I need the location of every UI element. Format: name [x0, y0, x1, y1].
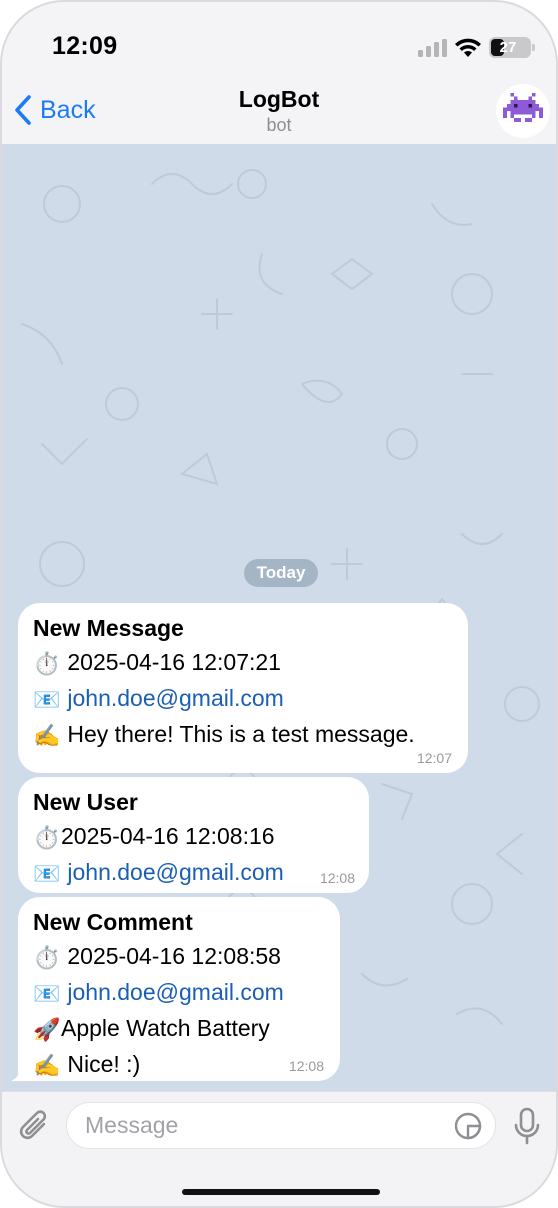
timestamp-line: ⏱️ 2025-04-16 12:07:21 — [33, 645, 468, 681]
timestamp-text: 2025-04-16 12:08:58 — [67, 943, 281, 969]
composer-bar — [2, 1091, 556, 1206]
email-line: 📧 john.doe@gmail.com — [33, 975, 340, 1011]
message-bubble[interactable]: New Message ⏱️ 2025-04-16 12:07:21 📧 joh… — [18, 603, 468, 773]
message-bubble[interactable]: New User ⏱️2025-04-16 12:08:16 📧 john.do… — [18, 777, 369, 893]
message-time: 12:07 — [416, 750, 452, 766]
status-bar: 12:09 27 — [2, 2, 556, 82]
cellular-signal-icon — [418, 39, 448, 57]
nav-bar: Back LogBot bot — [2, 82, 556, 144]
message-text: Nice! :) — [67, 1051, 141, 1077]
paperclip-icon[interactable] — [17, 1106, 53, 1146]
text-line: ✍️ Hey there! This is a test message. — [33, 717, 468, 753]
chat-area[interactable]: Today New Message ⏱️ 2025-04-16 12:07:21… — [2, 144, 556, 1091]
sticker-icon[interactable] — [453, 1111, 483, 1141]
writing-hand-icon: ✍️ — [33, 723, 61, 748]
message-title: New Comment — [33, 909, 193, 935]
email-link[interactable]: john.doe@gmail.com — [67, 979, 283, 1005]
stopwatch-icon: ⏱️ — [33, 825, 61, 850]
chat-title[interactable]: LogBot — [2, 86, 556, 113]
timestamp-text: 2025-04-16 12:07:21 — [67, 649, 281, 675]
message-text: Hey there! This is a test message. — [67, 721, 415, 747]
message-input[interactable] — [85, 1103, 445, 1148]
microphone-icon[interactable] — [512, 1106, 542, 1146]
email-line: 📧 john.doe@gmail.com — [33, 681, 468, 717]
email-link[interactable]: john.doe@gmail.com — [67, 859, 283, 885]
timestamp-line: ⏱️2025-04-16 12:08:16 — [33, 819, 369, 855]
date-separator: Today — [244, 559, 318, 587]
timestamp-line: ⏱️ 2025-04-16 12:08:58 — [33, 939, 340, 975]
message-time: 12:08 — [319, 870, 355, 886]
timestamp-text: 2025-04-16 12:08:16 — [61, 823, 275, 849]
wifi-icon — [455, 38, 481, 57]
message-title: New User — [33, 789, 138, 815]
message-time: 12:08 — [288, 1058, 324, 1074]
status-time: 12:09 — [52, 32, 118, 60]
chat-subtitle: bot — [266, 115, 292, 135]
email-icon: 📧 — [33, 687, 61, 712]
rocket-icon: 🚀 — [33, 1017, 61, 1042]
home-indicator[interactable] — [182, 1189, 380, 1195]
bubble-tail — [11, 1059, 31, 1081]
email-icon: 📧 — [33, 981, 61, 1006]
phone-frame: 12:09 27 Back LogBot bot Today New Messa… — [0, 0, 558, 1208]
stopwatch-icon: ⏱️ — [33, 945, 61, 970]
message-field[interactable] — [66, 1102, 496, 1149]
stopwatch-icon: ⏱️ — [33, 651, 61, 676]
bot-avatar[interactable] — [496, 84, 550, 138]
product-text: Apple Watch Battery — [61, 1015, 270, 1041]
product-line: 🚀Apple Watch Battery — [33, 1011, 340, 1047]
email-icon: 📧 — [33, 861, 61, 886]
email-link[interactable]: john.doe@gmail.com — [67, 685, 283, 711]
battery-level: 27 — [499, 39, 517, 56]
email-line: 📧 john.doe@gmail.com — [33, 855, 369, 891]
message-title: New Message — [33, 615, 184, 641]
writing-hand-icon: ✍️ — [33, 1053, 61, 1078]
battery-icon: 27 — [489, 37, 535, 58]
alien-monster-icon — [503, 93, 543, 122]
message-bubble[interactable]: New Comment ⏱️ 2025-04-16 12:08:58 📧 joh… — [11, 897, 340, 1081]
